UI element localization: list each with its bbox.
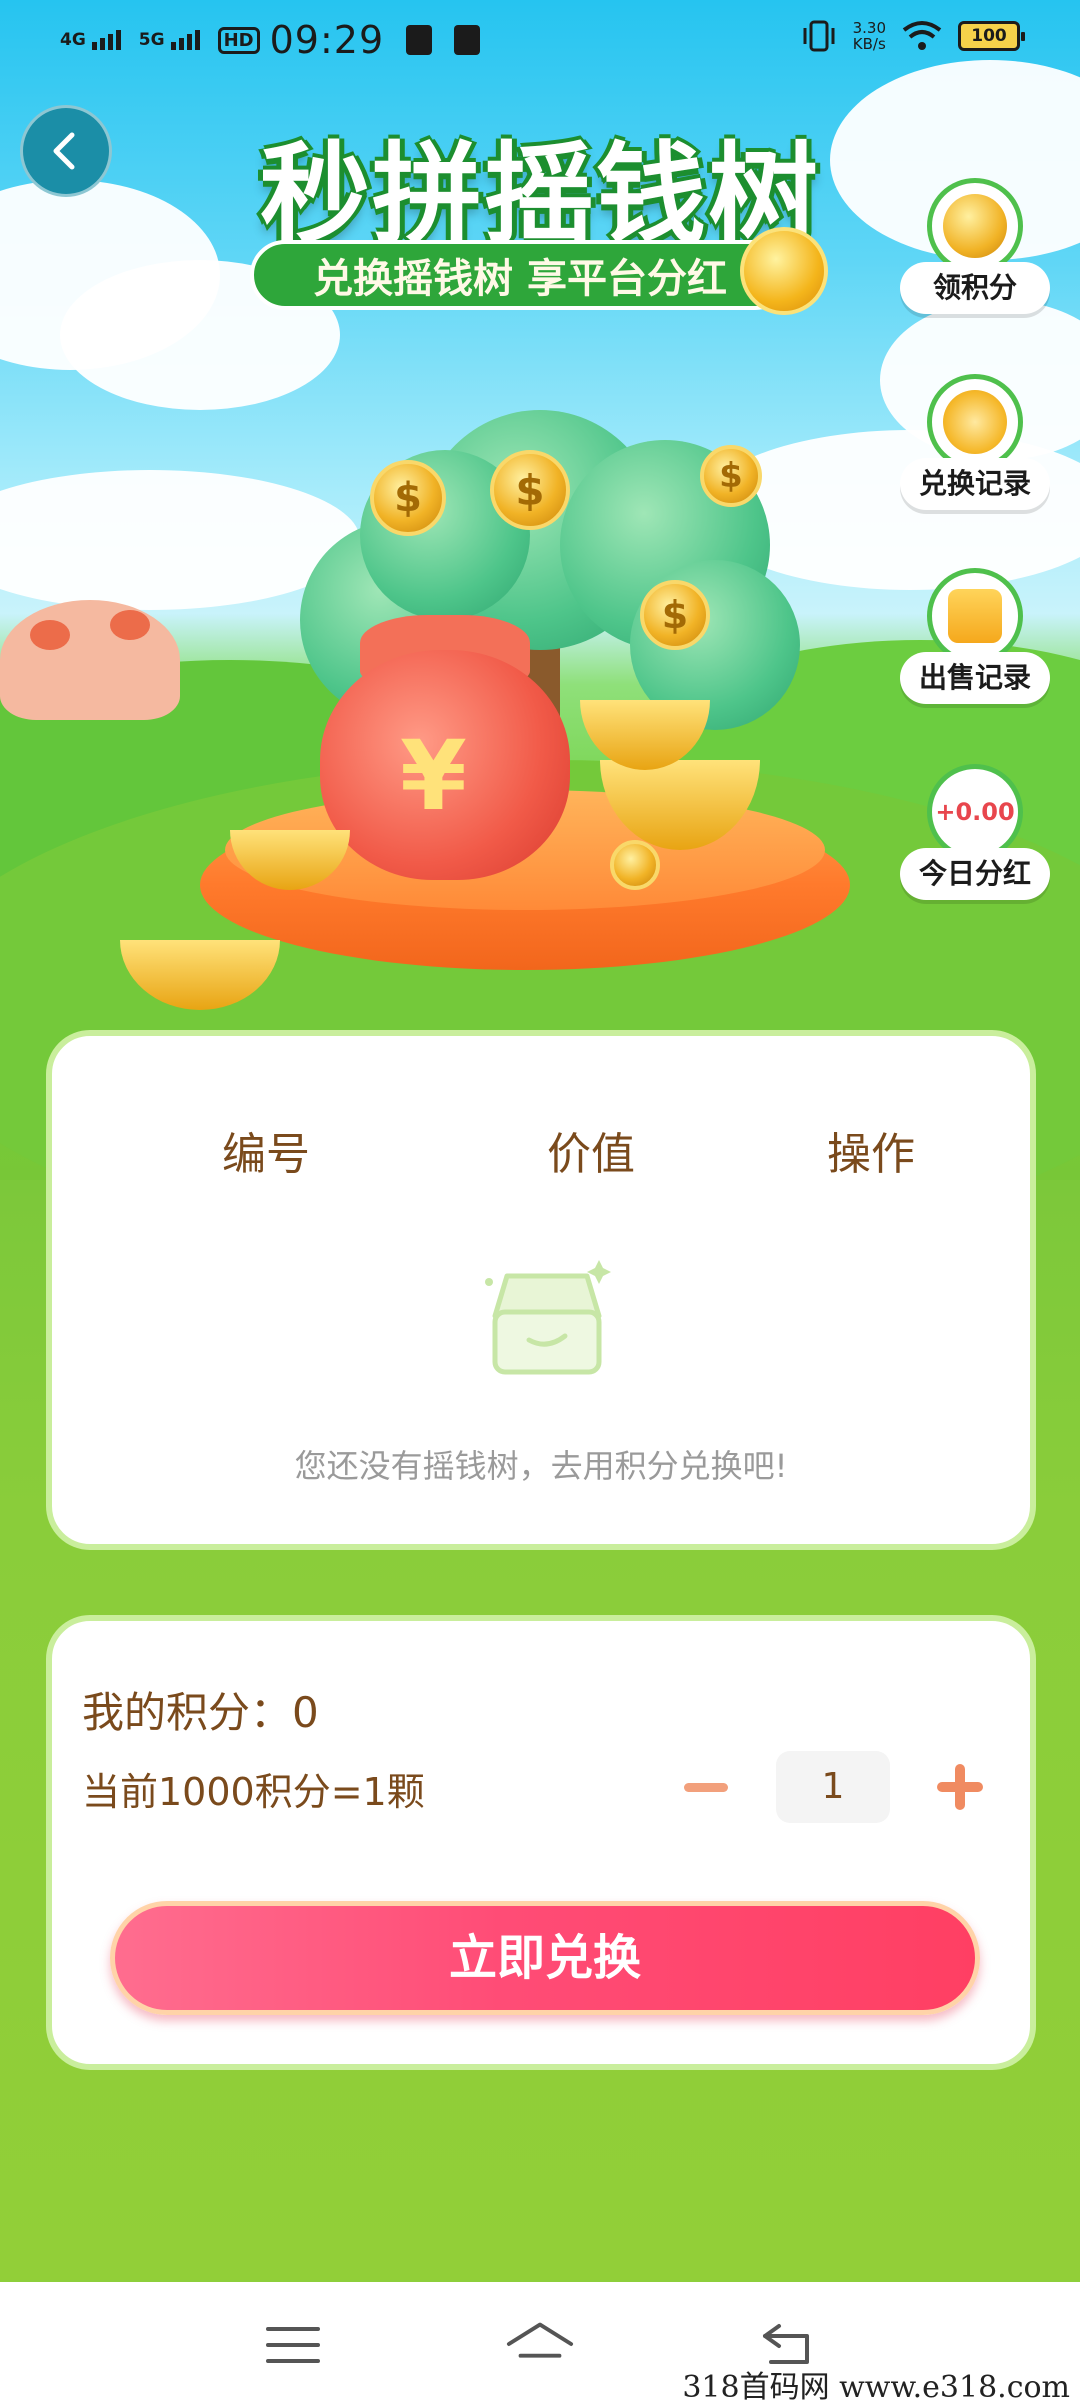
my-points: 我的积分：0 (82, 1688, 319, 1737)
chevron-left-icon (53, 132, 75, 170)
quantity-stepper: 1 (676, 1751, 990, 1823)
empty-state-text: 您还没有摇钱树，去用积分兑换吧! (294, 1447, 788, 1485)
exchange-records-button[interactable]: 兑换记录 (900, 374, 1050, 510)
system-nav-bar: 318首码网 www.e318.com (0, 2282, 1080, 2408)
signal-5g: 5G (138, 30, 165, 50)
menu-button[interactable] (258, 2310, 328, 2380)
empty-box-icon (485, 1260, 611, 1375)
exchange-card: 我的积分：0 当前1000积分=1颗 1 立即兑换 (46, 1615, 1036, 2070)
refresh-coin-icon (927, 374, 1023, 470)
column-header-action: 操作 (827, 1129, 915, 1180)
today-dividend-label: 今日分红 (900, 848, 1050, 900)
hd-voice-icon: HD (217, 26, 260, 54)
today-dividend-value: +0.00 (935, 798, 1015, 826)
sale-records-button[interactable]: 出售记录 (900, 568, 1050, 704)
status-bar: 4G 5G HD 09:29 3.30 KB/s 100 (0, 0, 1080, 80)
status-right: 3.30 KB/s 100 (801, 19, 1025, 53)
earn-points-label: 领积分 (900, 262, 1050, 314)
header-banner: 秒拼摇钱树 兑换摇钱树 享平台分红 (230, 105, 850, 325)
page-subtitle: 兑换摇钱树 享平台分红 (250, 240, 790, 310)
column-header-value: 价值 (547, 1129, 635, 1180)
menu-icon (266, 2327, 321, 2363)
shopping-bag-icon (927, 568, 1023, 664)
home-icon (506, 2322, 574, 2358)
exchange-now-button[interactable]: 立即兑换 (110, 1901, 980, 2015)
watermark: 318首码网 www.e318.com (682, 2370, 1070, 2405)
exchange-records-label: 兑换记录 (900, 458, 1050, 510)
home-button[interactable] (505, 2310, 575, 2380)
earn-points-button[interactable]: 领积分 (900, 178, 1050, 314)
quantity-input[interactable]: 1 (776, 1751, 890, 1823)
dividend-badge: +0.00 (927, 764, 1023, 860)
wifi-icon (902, 21, 942, 50)
battery-icon: 100 (958, 21, 1025, 51)
notification-icon (406, 25, 433, 55)
increase-button[interactable] (930, 1757, 990, 1817)
signal-bars-icon (170, 30, 200, 50)
signal-bars-icon (91, 30, 121, 50)
back-button[interactable] (20, 105, 112, 197)
vibrate-icon (803, 20, 835, 52)
sale-records-label: 出售记录 (900, 652, 1050, 704)
message-icon (454, 25, 481, 55)
column-header-id: 编号 (222, 1129, 310, 1180)
money-tree-table: 编号 价值 操作 您还没有摇钱树，去用积分兑换吧! (46, 1030, 1036, 1550)
coin-icon (740, 227, 828, 315)
minus-icon (684, 1782, 728, 1792)
network-speed: 3.30 KB/s (852, 19, 886, 53)
today-dividend-button[interactable]: +0.00 今日分红 (900, 764, 1050, 900)
plus-icon (937, 1764, 983, 1810)
clock: 09:29 (269, 18, 385, 62)
signal-4g: 4G (60, 30, 86, 50)
decrease-button[interactable] (676, 1757, 736, 1817)
exchange-rate: 当前1000积分=1颗 (82, 1770, 425, 1814)
coin-stack-icon (927, 178, 1023, 274)
